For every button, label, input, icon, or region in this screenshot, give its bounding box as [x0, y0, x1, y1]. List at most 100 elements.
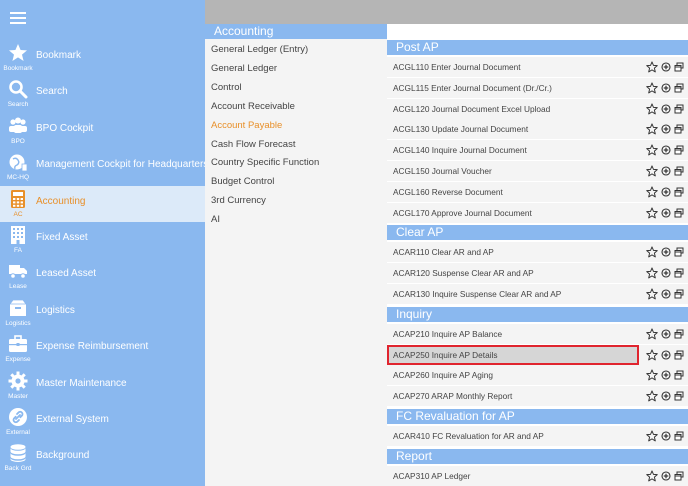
function-row[interactable]: ACAR110 Clear AR and AP	[387, 242, 688, 263]
add-circle-icon[interactable]	[661, 145, 671, 155]
sidebar-item-background[interactable]: Back Grd Background	[0, 440, 205, 476]
function-label[interactable]: ACAR130 Inquire Suspense Clear AR and AP	[393, 289, 561, 299]
sidebar-item-management-cockpit-for-headquarters[interactable]: MC-HQ Management Cockpit for Headquarters	[0, 149, 208, 185]
bookmark-star-icon[interactable]	[646, 82, 658, 94]
submenu-item-general-ledger-entry-[interactable]: General Ledger (Entry)	[211, 44, 308, 55]
open-new-window-icon[interactable]	[674, 268, 684, 278]
open-new-window-icon[interactable]	[674, 350, 684, 360]
bookmark-star-icon[interactable]	[646, 430, 658, 442]
sidebar-item-master-maintenance[interactable]: Master Master Maintenance	[0, 368, 205, 404]
open-new-window-icon[interactable]	[674, 124, 684, 134]
add-circle-icon[interactable]	[661, 208, 671, 218]
open-new-window-icon[interactable]	[674, 471, 684, 481]
add-circle-icon[interactable]	[661, 62, 671, 72]
submenu-item-control[interactable]: Control	[211, 82, 242, 93]
bookmark-star-icon[interactable]	[646, 61, 658, 73]
add-circle-icon[interactable]	[661, 431, 671, 441]
open-new-window-icon[interactable]	[674, 166, 684, 176]
submenu-item-3rd-currency[interactable]: 3rd Currency	[211, 195, 266, 206]
submenu-item-budget-control[interactable]: Budget Control	[211, 176, 274, 187]
sidebar-item-expense-reimbursement[interactable]: Expense Expense Reimbursement	[0, 331, 205, 367]
function-row[interactable]: ACAR120 Suspense Clear AR and AP	[387, 263, 688, 284]
bookmark-star-icon[interactable]	[646, 349, 658, 361]
bookmark-star-icon[interactable]	[646, 186, 658, 198]
sidebar-item-external-system[interactable]: External External System	[0, 404, 205, 440]
bookmark-star-icon[interactable]	[646, 207, 658, 219]
bookmark-star-icon[interactable]	[646, 328, 658, 340]
bookmark-star-icon[interactable]	[646, 165, 658, 177]
add-circle-icon[interactable]	[661, 370, 671, 380]
bookmark-star-icon[interactable]	[646, 369, 658, 381]
open-new-window-icon[interactable]	[674, 145, 684, 155]
open-new-window-icon[interactable]	[674, 187, 684, 197]
function-row[interactable]: ACAR130 Inquire Suspense Clear AR and AP	[387, 284, 688, 304]
add-circle-icon[interactable]	[661, 166, 671, 176]
add-circle-icon[interactable]	[661, 329, 671, 339]
add-circle-icon[interactable]	[661, 289, 671, 299]
function-row[interactable]: ACGL160 Reverse Document	[387, 181, 688, 202]
add-circle-icon[interactable]	[661, 268, 671, 278]
submenu-item-country-specific-function[interactable]: Country Specific Function	[211, 157, 319, 168]
function-label[interactable]: ACGL130 Update Journal Document	[393, 124, 528, 134]
open-new-window-icon[interactable]	[674, 329, 684, 339]
function-row[interactable]: ACAP270 ARAP Monthly Report	[387, 386, 688, 407]
function-row[interactable]: ACAP310 AP Ledger	[387, 465, 688, 486]
function-label[interactable]: ACAP270 ARAP Monthly Report	[393, 391, 512, 401]
add-circle-icon[interactable]	[661, 124, 671, 134]
bookmark-star-icon[interactable]	[646, 144, 658, 156]
sidebar-item-fixed-asset[interactable]: FA Fixed Asset	[0, 222, 205, 258]
submenu-item-cash-flow-forecast[interactable]: Cash Flow Forecast	[211, 139, 295, 150]
open-new-window-icon[interactable]	[674, 289, 684, 299]
open-new-window-icon[interactable]	[674, 391, 684, 401]
sidebar-item-logistics[interactable]: Logistics Logistics	[0, 295, 205, 331]
submenu-item-account-payable[interactable]: Account Payable	[211, 120, 282, 131]
open-new-window-icon[interactable]	[674, 370, 684, 380]
add-circle-icon[interactable]	[661, 350, 671, 360]
bookmark-star-icon[interactable]	[646, 390, 658, 402]
function-label[interactable]: ACAP260 Inquire AP Aging	[393, 370, 493, 380]
submenu-item-general-ledger[interactable]: General Ledger	[211, 63, 277, 74]
sidebar-item-bookmark[interactable]: Bookmark Bookmark	[0, 40, 205, 76]
bookmark-star-icon[interactable]	[646, 246, 658, 258]
function-row[interactable]: ACAP210 Inquire AP Balance	[387, 323, 688, 344]
function-row[interactable]: ACGL140 Inquire Journal Document	[387, 140, 688, 161]
bookmark-star-icon[interactable]	[646, 123, 658, 135]
add-circle-icon[interactable]	[661, 104, 671, 114]
sidebar-item-bpo-cockpit[interactable]: BPO BPO Cockpit	[0, 113, 205, 149]
function-row[interactable]: ACGL150 Journal Voucher	[387, 161, 688, 181]
function-label[interactable]: ACAR120 Suspense Clear AR and AP	[393, 268, 534, 278]
add-circle-icon[interactable]	[661, 391, 671, 401]
function-row[interactable]: ACGL130 Update Journal Document	[387, 119, 688, 140]
open-new-window-icon[interactable]	[674, 208, 684, 218]
bookmark-star-icon[interactable]	[646, 288, 658, 300]
sidebar-item-search[interactable]: Search Search	[0, 76, 205, 112]
function-label[interactable]: ACGL150 Journal Voucher	[393, 166, 492, 176]
bookmark-star-icon[interactable]	[646, 470, 658, 482]
submenu-item-ai[interactable]: AI	[211, 214, 220, 225]
function-row[interactable]: ACGL120 Journal Document Excel Upload	[387, 98, 688, 119]
bookmark-star-icon[interactable]	[646, 103, 658, 115]
open-new-window-icon[interactable]	[674, 431, 684, 441]
function-label[interactable]: ACAR410 FC Revaluation for AR and AP	[393, 431, 544, 441]
function-row[interactable]: ACGL110 Enter Journal Document	[387, 57, 688, 77]
function-label[interactable]: ACAP250 Inquire AP Details	[393, 350, 498, 360]
function-row[interactable]: ACAR410 FC Revaluation for AR and AP	[387, 426, 688, 446]
submenu-item-account-receivable[interactable]: Account Receivable	[211, 101, 295, 112]
function-label[interactable]: ACGL115 Enter Journal Document (Dr./Cr.)	[393, 83, 552, 93]
sidebar-item-leased-asset[interactable]: Lease Leased Asset	[0, 258, 205, 294]
function-label[interactable]: ACGL110 Enter Journal Document	[393, 62, 521, 72]
open-new-window-icon[interactable]	[674, 83, 684, 93]
function-row[interactable]: ACAP250 Inquire AP Details	[387, 344, 688, 365]
add-circle-icon[interactable]	[661, 247, 671, 257]
function-label[interactable]: ACGL120 Journal Document Excel Upload	[393, 104, 550, 114]
open-new-window-icon[interactable]	[674, 104, 684, 114]
hamburger-menu-icon[interactable]	[10, 12, 26, 24]
open-new-window-icon[interactable]	[674, 62, 684, 72]
function-label[interactable]: ACGL160 Reverse Document	[393, 187, 503, 197]
add-circle-icon[interactable]	[661, 187, 671, 197]
open-new-window-icon[interactable]	[674, 247, 684, 257]
function-label[interactable]: ACAR110 Clear AR and AP	[393, 247, 494, 257]
function-row[interactable]: ACGL115 Enter Journal Document (Dr./Cr.)	[387, 77, 688, 98]
add-circle-icon[interactable]	[661, 83, 671, 93]
function-label[interactable]: ACGL140 Inquire Journal Document	[393, 145, 527, 155]
